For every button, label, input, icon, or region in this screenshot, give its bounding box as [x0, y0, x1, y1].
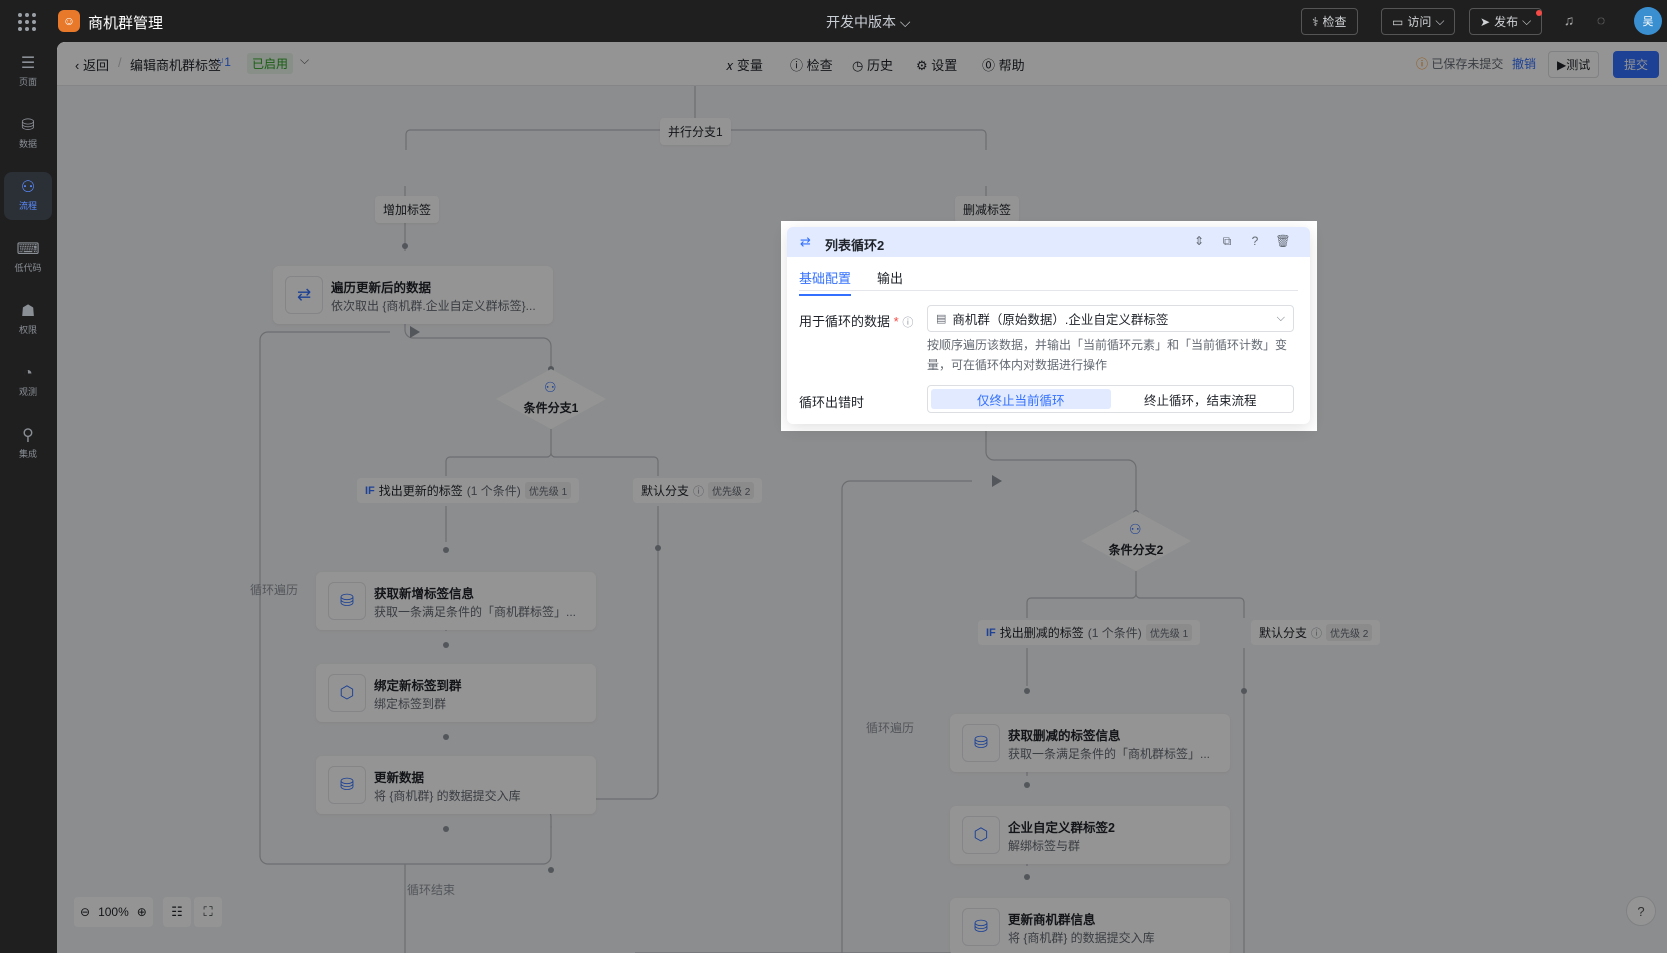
nav-item-integration[interactable]: ⚲ 集成: [4, 420, 52, 468]
tab-output[interactable]: 输出: [877, 268, 903, 294]
lightbulb-icon[interactable]: ◌: [1592, 12, 1610, 30]
visit-button[interactable]: ▭ 访问 ⌵: [1381, 8, 1456, 35]
send-icon: ➤: [1480, 14, 1491, 29]
version-selector[interactable]: 开发中版本 ⌵: [826, 12, 911, 32]
on-error-label: 循环出错时: [799, 395, 865, 410]
publish-button[interactable]: ➤ 发布 ⌵: [1469, 8, 1543, 35]
code-icon: ⌨: [16, 241, 40, 258]
chevron-down-icon: ⌵: [1276, 312, 1285, 324]
nav-item-permissions[interactable]: ☗ 权限: [4, 296, 52, 344]
top-bar: ☺ 商机群管理 开发中版本 ⌵ ⚕ 检查 ▭ 访问 ⌵ ➤ 发布 ⌵ ♫ ◌ 吴: [0, 0, 1667, 42]
dialog-header: ⇄ 列表循环2 ⇕ ⧉ ? 🗑: [787, 227, 1310, 257]
publish-notification-dot: [1536, 10, 1542, 16]
collapse-icon[interactable]: ⇕: [1191, 234, 1207, 248]
nav-item-flow[interactable]: ⚇ 流程: [4, 172, 52, 220]
nav-item-pages[interactable]: ☰ 页面: [4, 48, 52, 96]
nav-item-observe[interactable]: ◔ 观测: [4, 358, 52, 406]
nav-item-data[interactable]: ⛁ 数据: [4, 110, 52, 158]
avatar[interactable]: 吴: [1634, 7, 1662, 35]
database-icon: ⛁: [21, 117, 35, 134]
loop-data-select[interactable]: ▤ 商机群（原始数据）.企业自定义群标签 ⌵: [927, 305, 1294, 332]
check-button[interactable]: ⚕ 检查: [1301, 8, 1358, 35]
list-loop-config-dialog: ⇄ 列表循环2 ⇕ ⧉ ? 🗑 基础配置 输出 用于循环的数据 * ⓘ ▤ 商机…: [787, 227, 1310, 424]
loop-data-hint: 按顺序遍历该数据，并输出「当前循环元素」和「当前循环计数」变量，可在循环体内对数…: [927, 338, 1288, 372]
chevron-down-icon: ⌵: [1435, 14, 1445, 28]
info-icon: ⓘ: [902, 317, 914, 329]
table-icon: ▤: [936, 313, 947, 325]
left-nav: ☰页面 ⛁数据 ⚇流程 ⌨低代码 ☗权限 ◔观测 ⚲集成 ⚙: [0, 42, 57, 953]
apps-grid-icon[interactable]: [18, 13, 36, 31]
trash-icon[interactable]: 🗑: [1275, 234, 1291, 248]
help-circle-icon[interactable]: ?: [1247, 234, 1263, 248]
app-title: 商机群管理: [88, 15, 164, 32]
dialog-tabs: 基础配置 输出: [799, 263, 1298, 296]
monitor-icon: ▭: [1392, 14, 1404, 29]
option-stop-loop-end-flow[interactable]: 终止循环，结束流程: [1111, 389, 1291, 409]
pages-icon: ☰: [20, 55, 36, 72]
app-logo: ☺: [58, 10, 80, 32]
observe-icon: ◔: [23, 365, 33, 382]
copy-icon[interactable]: ⧉: [1219, 234, 1235, 249]
option-stop-current-loop[interactable]: 仅终止当前循环: [931, 389, 1111, 409]
bell-icon[interactable]: ♫: [1560, 12, 1578, 30]
chevron-down-icon: ⌵: [1522, 14, 1532, 28]
dialog-title: 列表循环2: [825, 238, 885, 253]
on-error-segmented: 仅终止当前循环 终止循环，结束流程: [927, 385, 1294, 413]
nav-item-lowcode[interactable]: ⌨ 低代码: [4, 234, 52, 282]
flow-icon: ⚇: [20, 179, 36, 196]
users-icon: ☗: [20, 303, 36, 320]
stethoscope-icon: ⚕: [1312, 14, 1319, 29]
modal-overlay[interactable]: [57, 42, 1667, 953]
loop-arrows-icon: ⇄: [800, 234, 811, 249]
required-mark: *: [893, 314, 899, 329]
loop-data-label: 用于循环的数据 * ⓘ: [799, 314, 914, 329]
tab-basic-config[interactable]: 基础配置: [799, 268, 852, 296]
key-icon: ⚲: [22, 427, 34, 444]
